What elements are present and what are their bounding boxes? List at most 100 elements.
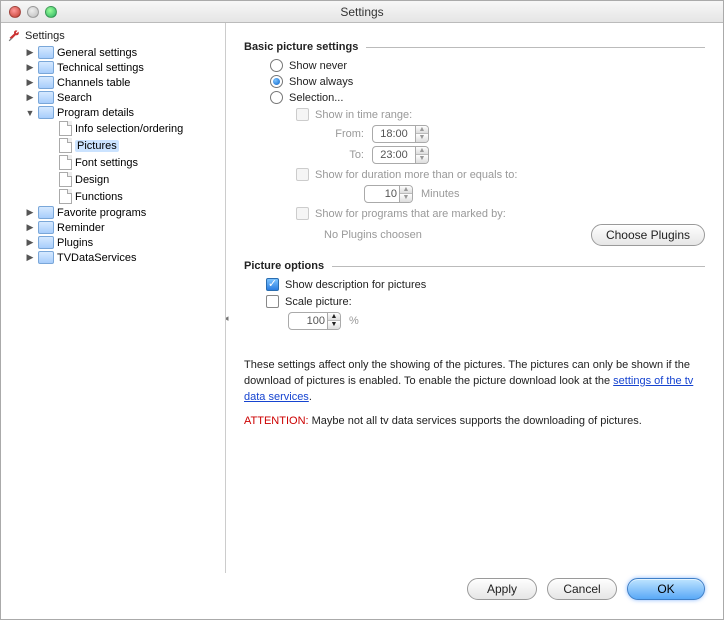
- picture-options: Show description for pictures Scale pict…: [244, 278, 705, 330]
- apply-button[interactable]: Apply: [467, 578, 537, 600]
- content-pane: ◂ Basic picture settings Show never Show…: [226, 23, 723, 573]
- checkbox-label: Show for duration more than or equals to…: [315, 169, 517, 181]
- scale-unit: %: [349, 315, 359, 327]
- scale-spinner[interactable]: ▲▼: [288, 312, 341, 330]
- no-plugins-label: No Plugins choosen: [324, 229, 577, 241]
- ok-button[interactable]: OK: [627, 578, 705, 600]
- sidebar: Settings ▶ General settings ▶ Technical …: [1, 23, 226, 573]
- folder-icon: [38, 251, 54, 264]
- attention-label: ATTENTION:: [244, 415, 309, 427]
- settings-window: Settings Settings ▶ General settings ▶: [0, 0, 724, 620]
- scale-input[interactable]: [288, 312, 328, 330]
- sidebar-item-program-details[interactable]: ▼ Program details: [21, 105, 225, 120]
- radio-icon: [270, 91, 283, 104]
- sidebar-item-tvdataservices[interactable]: ▶ TVDataServices: [21, 250, 225, 265]
- checkbox-time-range[interactable]: Show in time range:: [296, 108, 705, 121]
- sidebar-item-functions[interactable]: Functions: [21, 188, 225, 205]
- from-label: From:: [324, 128, 364, 140]
- choose-plugins-button[interactable]: Choose Plugins: [591, 224, 705, 246]
- chevron-right-icon: ▶: [25, 207, 35, 218]
- stepper-icon[interactable]: ▲▼: [416, 125, 429, 143]
- duration-spinner[interactable]: ▲▼: [364, 185, 413, 203]
- radio-show-always[interactable]: Show always: [270, 75, 705, 88]
- checkbox-icon: [296, 168, 309, 181]
- sidebar-root: Settings: [1, 27, 225, 45]
- radio-selection[interactable]: Selection...: [270, 91, 705, 104]
- cancel-button[interactable]: Cancel: [547, 578, 617, 600]
- sidebar-item-favorite-programs[interactable]: ▶ Favorite programs: [21, 205, 225, 220]
- wrench-icon: [7, 29, 21, 43]
- radio-label: Show always: [289, 76, 353, 88]
- checkbox-show-description[interactable]: Show description for pictures: [266, 278, 705, 291]
- sidebar-item-label: Reminder: [57, 222, 105, 234]
- stepper-icon[interactable]: ▲▼: [328, 312, 341, 330]
- chevron-right-icon: ▶: [25, 252, 35, 263]
- folder-icon: [38, 76, 54, 89]
- to-label: To:: [324, 149, 364, 161]
- folder-icon: [38, 106, 54, 119]
- checkbox-label: Show description for pictures: [285, 279, 426, 291]
- sidebar-item-label: Info selection/ordering: [75, 123, 183, 135]
- sidebar-item-pictures[interactable]: Pictures: [21, 137, 225, 154]
- checkbox-duration[interactable]: Show for duration more than or equals to…: [296, 168, 705, 181]
- section-basic-heading: Basic picture settings: [244, 41, 705, 53]
- radio-label: Selection...: [289, 92, 343, 104]
- to-time-input[interactable]: [372, 146, 416, 164]
- selection-subsettings: Show in time range: From: ▲▼ To: ▲▼: [244, 108, 705, 246]
- sidebar-item-label: Technical settings: [57, 62, 144, 74]
- sidebar-item-technical-settings[interactable]: ▶ Technical settings: [21, 60, 225, 75]
- checkbox-label: Scale picture:: [285, 296, 352, 308]
- chevron-down-icon: ▼: [25, 108, 35, 118]
- sidebar-tree: ▶ General settings ▶ Technical settings …: [1, 45, 225, 265]
- sidebar-item-info-selection[interactable]: Info selection/ordering: [21, 120, 225, 137]
- sidebar-item-search[interactable]: ▶ Search: [21, 90, 225, 105]
- chevron-right-icon: ▶: [25, 222, 35, 233]
- sidebar-item-general-settings[interactable]: ▶ General settings: [21, 45, 225, 60]
- note-text2: .: [309, 391, 312, 403]
- sidebar-item-label: Favorite programs: [57, 207, 146, 219]
- stepper-icon[interactable]: ▲▼: [400, 185, 413, 203]
- info-note: These settings affect only the showing o…: [244, 358, 705, 406]
- checkbox-label: Show in time range:: [315, 109, 412, 121]
- sidebar-item-label: Functions: [75, 191, 123, 203]
- chevron-right-icon: ▶: [25, 62, 35, 73]
- stepper-icon[interactable]: ▲▼: [416, 146, 429, 164]
- folder-icon: [38, 221, 54, 234]
- sidebar-root-label: Settings: [25, 30, 65, 42]
- folder-icon: [38, 61, 54, 74]
- section-options-heading: Picture options: [244, 260, 705, 272]
- from-time-input[interactable]: [372, 125, 416, 143]
- checkbox-icon: [296, 108, 309, 121]
- sidebar-item-label: Pictures: [75, 140, 119, 152]
- checkbox-scale-picture[interactable]: Scale picture:: [266, 295, 705, 308]
- duration-input[interactable]: [364, 185, 400, 203]
- folder-icon: [38, 206, 54, 219]
- checkbox-marked-by[interactable]: Show for programs that are marked by:: [296, 207, 705, 220]
- radio-show-never[interactable]: Show never: [270, 59, 705, 72]
- sidebar-item-channels-table[interactable]: ▶ Channels table: [21, 75, 225, 90]
- section-label: Basic picture settings: [244, 41, 366, 53]
- basic-radio-group: Show never Show always Selection...: [244, 59, 705, 104]
- plugin-row: No Plugins choosen Choose Plugins: [324, 224, 705, 246]
- sidebar-item-design[interactable]: Design: [21, 171, 225, 188]
- sidebar-item-plugins[interactable]: ▶ Plugins: [21, 235, 225, 250]
- collapse-handle-icon[interactable]: ◂: [226, 313, 229, 324]
- page-icon: [59, 121, 72, 136]
- to-time-spinner[interactable]: ▲▼: [372, 146, 429, 164]
- checkbox-icon: [266, 278, 279, 291]
- sidebar-item-font-settings[interactable]: Font settings: [21, 154, 225, 171]
- page-icon: [59, 155, 72, 170]
- chevron-right-icon: ▶: [25, 77, 35, 88]
- attention-note: ATTENTION: Maybe not all tv data service…: [244, 414, 705, 430]
- chevron-right-icon: ▶: [25, 237, 35, 248]
- folder-icon: [38, 236, 54, 249]
- divider: [366, 47, 705, 48]
- chevron-right-icon: ▶: [25, 47, 35, 58]
- radio-label: Show never: [289, 60, 347, 72]
- sidebar-item-reminder[interactable]: ▶ Reminder: [21, 220, 225, 235]
- folder-icon: [38, 91, 54, 104]
- radio-icon: [270, 75, 283, 88]
- from-time-spinner[interactable]: ▲▼: [372, 125, 429, 143]
- sidebar-item-label: Channels table: [57, 77, 130, 89]
- sidebar-item-label: TVDataServices: [57, 252, 136, 264]
